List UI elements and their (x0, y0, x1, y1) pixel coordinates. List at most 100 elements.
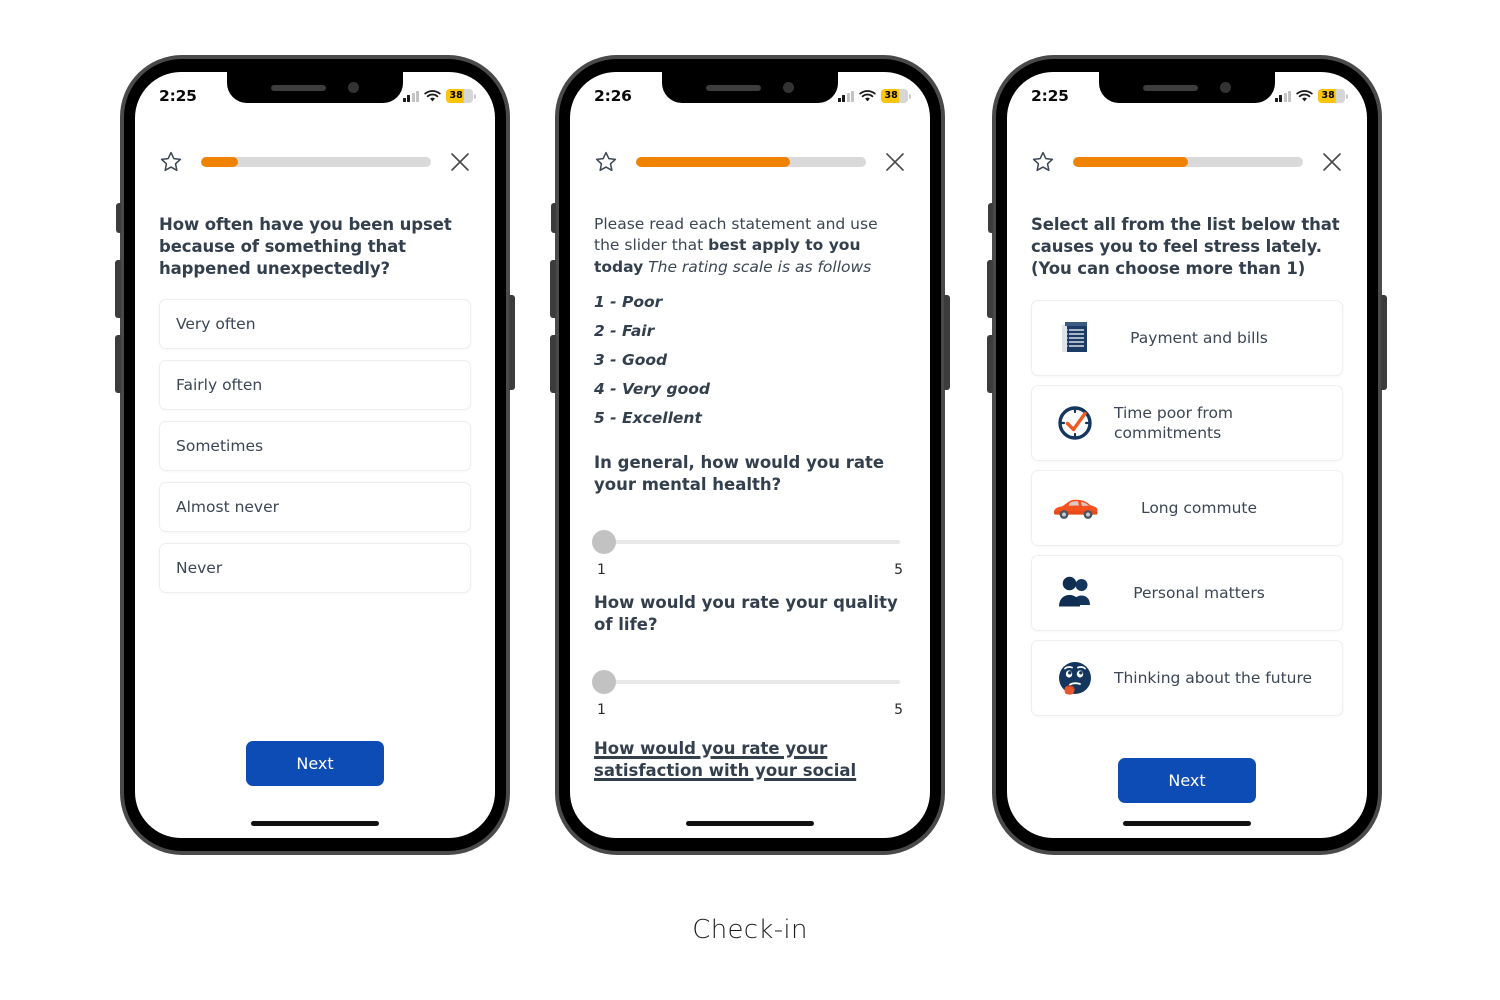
progress-fill (201, 157, 238, 167)
cellular-signal-icon (402, 90, 419, 102)
mute-switch[interactable] (551, 203, 556, 233)
stress-cause-label: Long commute (1140, 498, 1258, 517)
thinking-face-icon (1046, 658, 1104, 698)
survey-topbar-2 (570, 150, 930, 174)
slider-end-labels: 1 5 (594, 702, 906, 718)
slider-question: How would you rate your quality of life? (594, 593, 898, 634)
screenshot-canvas: 2:25 38 How often have you been upset be… (0, 0, 1500, 1000)
status-indicators: 38 (1274, 85, 1348, 103)
slider-control[interactable]: 1 5 (592, 669, 906, 718)
phone-screen-2: 2:26 38 Please read each statement and u… (570, 72, 930, 838)
battery-percent: 38 (884, 90, 898, 102)
survey-content-3: Select all from the list below that caus… (1007, 182, 1367, 838)
phone-mockup-3: 2:25 38 Select all from the list below t… (987, 55, 1387, 855)
status-indicators: 38 (837, 85, 911, 103)
power-button[interactable] (944, 295, 950, 390)
cellular-signal-icon (837, 90, 854, 102)
volume-down-button[interactable] (115, 335, 121, 393)
star-outline-icon[interactable] (159, 150, 183, 174)
close-icon[interactable] (1321, 151, 1343, 173)
answer-option[interactable]: Never (159, 542, 471, 593)
notch (227, 72, 403, 103)
slider-track[interactable] (592, 530, 900, 554)
stress-cause-item[interactable]: Personal matters (1031, 554, 1343, 631)
phone-bezel-1: 2:25 38 How often have you been upset be… (124, 59, 506, 851)
progress-bar-1 (201, 157, 431, 167)
scale-item: 4 - Very good (594, 380, 711, 399)
stress-cause-item[interactable]: Thinking about the future (1031, 639, 1343, 716)
survey-content-1: How often have you been upset because of… (135, 182, 495, 838)
slider-thumb[interactable] (592, 669, 616, 694)
home-indicator[interactable] (686, 821, 814, 826)
stress-cause-list: Payment and bills Time poor from commitm… (1031, 299, 1343, 716)
scale-item: 1 - Poor (594, 293, 663, 312)
slider-end-labels: 1 5 (594, 562, 906, 578)
volume-up-button[interactable] (115, 260, 121, 318)
slider-question-clipped: How would you rate your satisfaction wit… (594, 738, 857, 780)
front-camera-icon (1220, 82, 1231, 93)
status-time: 2:25 (1031, 87, 1069, 105)
star-outline-icon[interactable] (1031, 150, 1055, 174)
wifi-icon (424, 89, 441, 101)
slider-min-label: 1 (597, 562, 606, 578)
home-indicator[interactable] (251, 821, 379, 826)
progress-fill (636, 157, 791, 167)
people-group-icon (1046, 575, 1104, 611)
power-button[interactable] (509, 295, 515, 390)
next-button[interactable]: Next (1118, 757, 1256, 803)
figure-caption: Check-in (692, 915, 808, 945)
answer-option[interactable]: Fairly often (159, 359, 471, 410)
close-icon[interactable] (449, 151, 471, 173)
scale-item: 3 - Good (594, 351, 668, 370)
stress-cause-item[interactable]: Time poor from commitments (1031, 384, 1343, 461)
survey-content-2: Please read each statement and use the s… (570, 182, 930, 838)
battery-percent: 38 (449, 90, 463, 102)
power-button[interactable] (1381, 295, 1387, 390)
clock-check-icon (1046, 403, 1104, 443)
slider-thumb[interactable] (592, 530, 616, 554)
answer-option[interactable]: Very often (159, 298, 471, 349)
stress-cause-label: Payment and bills (1130, 328, 1268, 347)
stress-cause-item[interactable]: Long commute (1031, 469, 1343, 546)
notch (1099, 72, 1275, 103)
volume-up-button[interactable] (550, 260, 556, 318)
stress-cause-label: Personal matters (1133, 583, 1265, 602)
battery-icon: 38 (1318, 89, 1348, 103)
slider-max-label: 5 (894, 562, 903, 578)
car-icon (1046, 494, 1104, 522)
survey-topbar-1 (135, 150, 495, 174)
page-title: How often have you been upset because of… (159, 215, 452, 278)
slider-control[interactable]: 1 5 (592, 530, 906, 578)
slider-max-label: 5 (894, 701, 903, 718)
volume-down-button[interactable] (550, 335, 556, 393)
scale-item: 2 - Fair (594, 322, 655, 341)
answer-option-list: Very often Fairly often Sometimes Almost… (159, 298, 471, 593)
phone-screen-3: 2:25 38 Select all from the list below t… (1007, 72, 1367, 838)
next-button-row: Next (159, 740, 471, 786)
mute-switch[interactable] (116, 203, 121, 233)
volume-up-button[interactable] (987, 260, 993, 318)
answer-option[interactable]: Sometimes (159, 420, 471, 471)
phone-mockup-1: 2:25 38 How often have you been upset be… (115, 55, 515, 855)
earpiece-speaker-icon (1143, 84, 1198, 91)
stress-cause-item[interactable]: Payment and bills (1031, 299, 1343, 376)
status-indicators: 38 (402, 85, 476, 103)
star-outline-icon[interactable] (594, 150, 618, 174)
phone-screen-1: 2:25 38 How often have you been upset be… (135, 72, 495, 838)
stress-cause-label: Time poor from commitments (1114, 403, 1234, 442)
volume-down-button[interactable] (987, 335, 993, 393)
survey-topbar-3 (1007, 150, 1367, 174)
close-icon[interactable] (884, 151, 906, 173)
answer-option[interactable]: Almost never (159, 481, 471, 532)
battery-icon: 38 (446, 89, 476, 103)
instructions-text: Please read each statement and use the s… (594, 214, 906, 278)
wifi-icon (859, 89, 876, 101)
phone-bezel-2: 2:26 38 Please read each statement and u… (559, 59, 941, 851)
mute-switch[interactable] (988, 203, 993, 233)
home-indicator[interactable] (1123, 821, 1251, 826)
slider-track[interactable] (592, 669, 900, 694)
next-button[interactable]: Next (246, 740, 384, 786)
front-camera-icon (783, 82, 794, 93)
slider-min-label: 1 (597, 701, 606, 718)
progress-bar-2 (636, 157, 866, 167)
